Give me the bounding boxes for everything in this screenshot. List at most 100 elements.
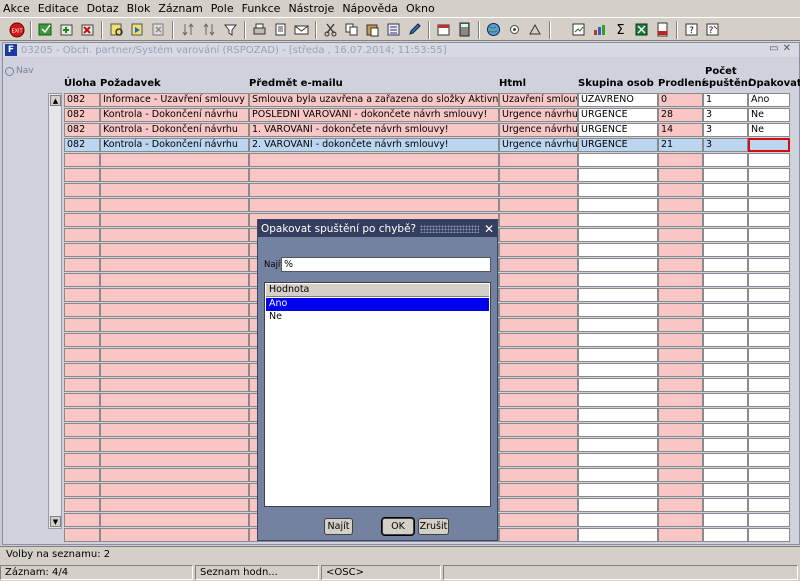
cell-prodleni[interactable] <box>658 378 703 392</box>
cell-html[interactable] <box>499 273 578 287</box>
cell-pozadavek[interactable] <box>100 513 249 527</box>
cell-skupina[interactable]: URGENCE <box>578 108 658 122</box>
cell-prodleni[interactable] <box>658 318 703 332</box>
cell-predmet[interactable]: 1. VAROVÁNÍ - dokončete návrh smlouvy! <box>249 123 499 137</box>
cell-html[interactable]: Uzavření smlouvy <box>499 93 578 107</box>
sort-desc-icon[interactable] <box>201 21 218 38</box>
cell-skupina[interactable] <box>578 318 658 332</box>
world-icon[interactable] <box>485 21 502 38</box>
cell-pozadavek[interactable] <box>100 468 249 482</box>
print-icon[interactable] <box>251 21 268 38</box>
cell-prodleni[interactable] <box>658 153 703 167</box>
cell-uloha[interactable] <box>64 318 100 332</box>
cell-uloha[interactable] <box>64 498 100 512</box>
cell-predmet[interactable] <box>249 183 499 197</box>
cancel-query-icon[interactable] <box>150 21 167 38</box>
cell-prodleni[interactable] <box>658 498 703 512</box>
cell-pozadavek[interactable] <box>100 273 249 287</box>
cell-html[interactable] <box>499 468 578 482</box>
cell-opakovat[interactable] <box>748 153 790 167</box>
scroll-up-icon[interactable]: ▲ <box>50 95 61 106</box>
cell-opakovat[interactable] <box>748 348 790 362</box>
cell-opakovat[interactable] <box>748 183 790 197</box>
cell-html[interactable] <box>499 408 578 422</box>
cell-skupina[interactable] <box>578 528 658 542</box>
cell-pozadavek[interactable] <box>100 168 249 182</box>
cell-uloha[interactable] <box>64 423 100 437</box>
cell-prodleni[interactable] <box>658 513 703 527</box>
cell-prodleni[interactable] <box>658 348 703 362</box>
cut-icon[interactable] <box>322 21 339 38</box>
cell-pozadavek[interactable] <box>100 423 249 437</box>
cell-opakovat[interactable] <box>748 243 790 257</box>
cell-pocet[interactable] <box>703 528 748 542</box>
cell-opakovat[interactable]: Ne <box>748 108 790 122</box>
menu-funkce[interactable]: Funkce <box>242 2 281 15</box>
cell-html[interactable] <box>499 363 578 377</box>
cell-html[interactable] <box>499 258 578 272</box>
cell-html[interactable] <box>499 528 578 542</box>
cell-prodleni[interactable] <box>658 198 703 212</box>
cell-skupina[interactable]: URGENCE <box>578 138 658 152</box>
cell-skupina[interactable] <box>578 393 658 407</box>
cell-html[interactable]: Urgence návrhu <box>499 123 578 137</box>
scroll-down-icon[interactable]: ▼ <box>50 516 61 527</box>
cell-opakovat[interactable] <box>748 528 790 542</box>
cell-pozadavek[interactable] <box>100 303 249 317</box>
cell-skupina[interactable] <box>578 483 658 497</box>
cell-prodleni[interactable] <box>658 258 703 272</box>
cell-skupina[interactable] <box>578 378 658 392</box>
cell-pozadavek[interactable] <box>100 408 249 422</box>
cell-prodleni[interactable]: 28 <box>658 108 703 122</box>
cell-skupina[interactable]: UZAVRENO <box>578 93 658 107</box>
cell-pocet[interactable] <box>703 498 748 512</box>
cell-skupina[interactable] <box>578 288 658 302</box>
cell-pocet[interactable] <box>703 168 748 182</box>
cell-html[interactable] <box>499 498 578 512</box>
list-item-ne[interactable]: Ne <box>266 311 489 324</box>
copy-icon[interactable] <box>343 21 360 38</box>
cell-prodleni[interactable]: 0 <box>658 93 703 107</box>
cell-uloha[interactable] <box>64 378 100 392</box>
cell-predmet[interactable]: 2. VAROVÁNÍ - dokončete návrh smlouvy! <box>249 138 499 152</box>
cell-skupina[interactable]: URGENCE <box>578 123 658 137</box>
cell-pozadavek[interactable] <box>100 228 249 242</box>
cell-html[interactable] <box>499 438 578 452</box>
cell-pozadavek[interactable] <box>100 198 249 212</box>
cell-pozadavek[interactable] <box>100 153 249 167</box>
cell-html[interactable] <box>499 513 578 527</box>
find-button[interactable]: Najít <box>324 518 353 535</box>
cell-html[interactable] <box>499 423 578 437</box>
cell-uloha[interactable] <box>64 468 100 482</box>
cell-opakovat[interactable] <box>748 438 790 452</box>
records-scrollbar[interactable]: ▲ ▼ <box>48 93 62 529</box>
cell-pozadavek[interactable]: Kontrola - Dokončení návrhu <box>100 138 249 152</box>
cell-uloha[interactable] <box>64 438 100 452</box>
cell-pocet[interactable] <box>703 483 748 497</box>
cell-pozadavek[interactable] <box>100 183 249 197</box>
abc-icon[interactable] <box>527 21 544 38</box>
cancel-button[interactable]: Zrušit <box>418 518 449 535</box>
cell-skupina[interactable] <box>578 333 658 347</box>
cell-html[interactable] <box>499 318 578 332</box>
cell-pozadavek[interactable] <box>100 378 249 392</box>
cell-pozadavek[interactable] <box>100 213 249 227</box>
find-help-icon[interactable]: ? <box>704 21 721 38</box>
cell-uloha[interactable] <box>64 453 100 467</box>
cell-opakovat[interactable] <box>748 258 790 272</box>
cell-pozadavek[interactable] <box>100 258 249 272</box>
cell-skupina[interactable] <box>578 258 658 272</box>
cell-prodleni[interactable] <box>658 333 703 347</box>
cell-predmet[interactable]: Smlouva byla uzavřena a zařazena do slož… <box>249 93 499 107</box>
cell-opakovat[interactable] <box>748 513 790 527</box>
cell-skupina[interactable] <box>578 363 658 377</box>
cell-pocet[interactable] <box>703 258 748 272</box>
cell-uloha[interactable] <box>64 153 100 167</box>
paste-icon[interactable] <box>364 21 381 38</box>
cell-prodleni[interactable] <box>658 468 703 482</box>
calculator-icon[interactable] <box>456 21 473 38</box>
cell-uloha[interactable] <box>64 513 100 527</box>
cell-skupina[interactable] <box>578 438 658 452</box>
cell-prodleni[interactable] <box>658 243 703 257</box>
cell-pocet[interactable] <box>703 228 748 242</box>
